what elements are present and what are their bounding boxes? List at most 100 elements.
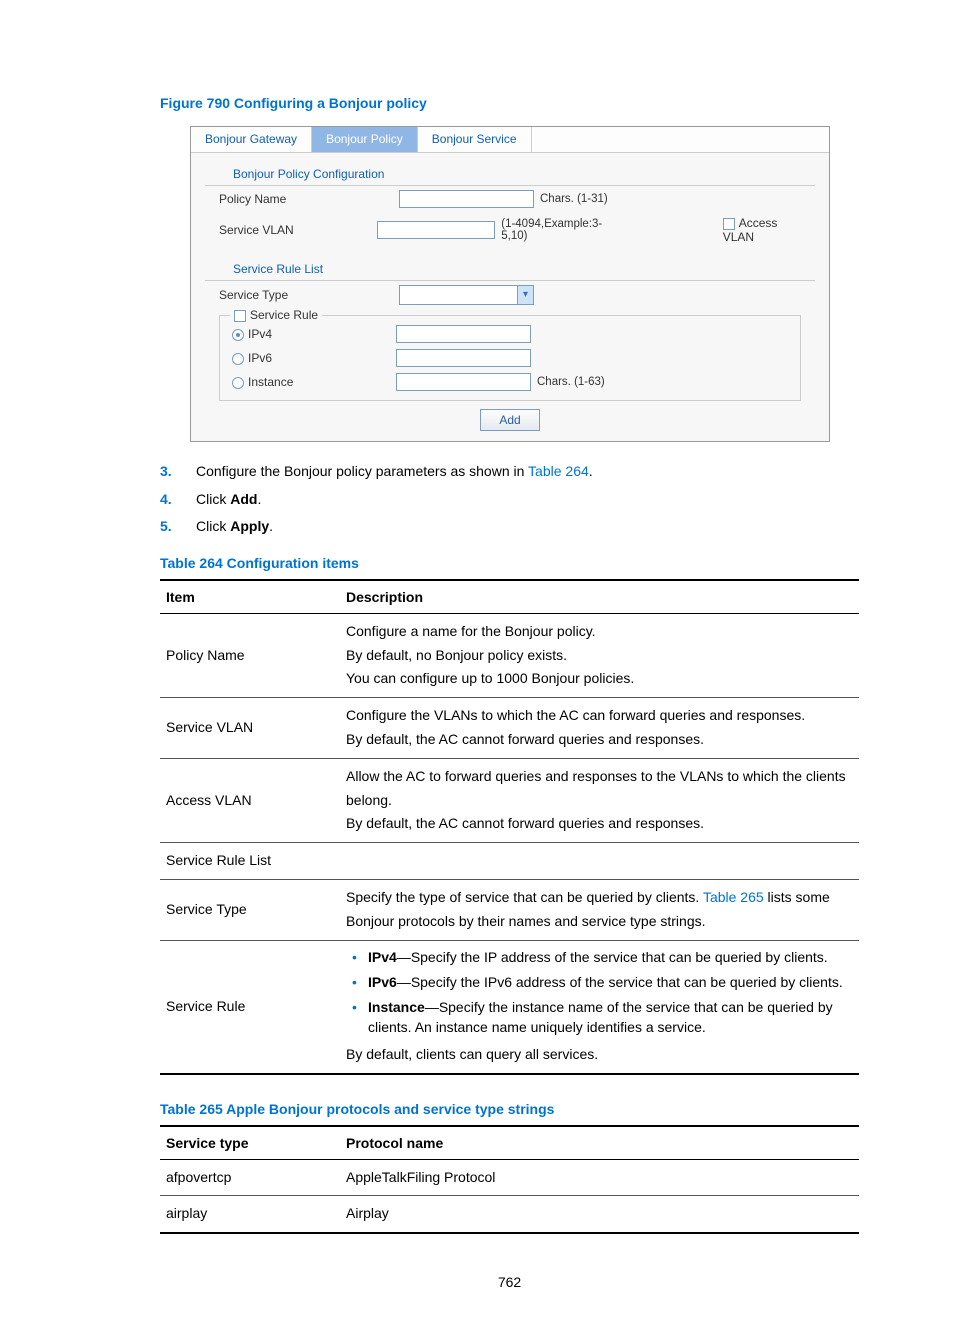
row-policy-name: Policy Name Chars. (1-31) [191,186,829,212]
table-row: airplay Airplay [160,1196,859,1233]
cell-desc: IPv4—Specify the IP address of the servi… [340,940,859,1073]
row-service-vlan: Service VLAN (1-4094,Example:3-5,10) Acc… [191,212,829,248]
cell-item: Policy Name [160,613,340,697]
step-text: Click Apply. [196,517,273,537]
label-policy-name: Policy Name [219,192,399,206]
text: Configure the VLANs to which the AC can … [346,704,853,728]
table-header-row: Service type Protocol name [160,1126,859,1160]
chevron-down-icon: ▾ [517,286,533,304]
col-service-type: Service type [160,1126,340,1160]
label-service-type: Service Type [219,288,399,302]
hint-service-vlan: (1-4094,Example:3-5,10) [501,218,612,242]
table-row: afpovertcp AppleTalkFiling Protocol [160,1159,859,1196]
radio-icon [232,377,244,389]
radio-ipv4[interactable]: IPv4 [232,327,396,341]
bold-ipv6: IPv6 [368,974,397,990]
table-265-title: Table 265 Apple Bonjour protocols and se… [160,1101,859,1117]
list-item: IPv4—Specify the IP address of the servi… [346,947,853,967]
hint-policy-name: Chars. (1-31) [540,193,608,205]
cell-desc: Configure the VLANs to which the AC can … [340,698,859,759]
col-protocol-name: Protocol name [340,1126,859,1160]
tab-bonjour-policy[interactable]: Bonjour Policy [312,127,418,152]
table-row: Service VLAN Configure the VLANs to whic… [160,698,859,759]
bullet-list: IPv4—Specify the IP address of the servi… [346,947,853,1038]
bold-add: Add [230,491,257,507]
text: . [589,463,593,479]
checkbox-icon [723,218,735,230]
tab-bonjour-gateway[interactable]: Bonjour Gateway [191,127,312,152]
col-description: Description [340,580,859,614]
text: Click [196,491,230,507]
text: —Specify the IPv6 address of the service… [397,974,843,990]
row-ipv6: IPv6 [220,346,800,370]
table-row: Service Type Specify the type of service… [160,879,859,940]
table-header-row: Item Description [160,580,859,614]
input-ipv6[interactable] [396,349,531,367]
radio-instance[interactable]: Instance [232,375,396,389]
cell: airplay [160,1196,340,1233]
step-3: 3. Configure the Bonjour policy paramete… [160,462,859,482]
cell-desc [340,843,859,880]
step-4: 4. Click Add. [160,490,859,510]
list-item: IPv6—Specify the IPv6 address of the ser… [346,972,853,992]
checkbox-access-vlan-wrap[interactable]: Access VLAN [723,216,801,244]
step-number: 4. [160,490,196,510]
tab-bonjour-service[interactable]: Bonjour Service [418,127,532,152]
checkbox-icon [234,310,246,322]
text: . [257,491,261,507]
bonjour-policy-panel: Bonjour Gateway Bonjour Policy Bonjour S… [190,126,830,442]
step-text: Click Add. [196,490,261,510]
hint-instance: Chars. (1-63) [537,376,605,388]
radio-icon [232,329,244,341]
step-number: 5. [160,517,196,537]
label-instance: Instance [248,375,293,389]
radio-icon [232,353,244,365]
step-text: Configure the Bonjour policy parameters … [196,462,593,482]
text: You can configure up to 1000 Bonjour pol… [346,667,853,691]
text: By default, no Bonjour policy exists. [346,644,853,668]
table-265: Service type Protocol name afpovertcp Ap… [160,1125,859,1235]
cell-item: Service VLAN [160,698,340,759]
tab-bar: Bonjour Gateway Bonjour Policy Bonjour S… [191,127,829,153]
add-button[interactable]: Add [480,409,540,431]
input-instance[interactable] [396,373,531,391]
table-264-title: Table 264 Configuration items [160,555,859,571]
link-table-265[interactable]: Table 265 [703,889,764,905]
input-ipv4[interactable] [396,325,531,343]
list-item: Instance—Specify the instance name of th… [346,997,853,1038]
step-5: 5. Click Apply. [160,517,859,537]
link-table-264[interactable]: Table 264 [528,463,589,479]
text: By default, the AC cannot forward querie… [346,812,853,836]
page-number: 762 [160,1274,859,1290]
radio-ipv6[interactable]: IPv6 [232,351,396,365]
table-264: Item Description Policy Name Configure a… [160,579,859,1075]
table-row: Access VLAN Allow the AC to forward quer… [160,758,859,842]
row-ipv4: IPv4 [220,322,800,346]
legend-label: Service Rule [250,308,318,322]
cell-desc: Configure a name for the Bonjour policy.… [340,613,859,697]
legend-service-rule[interactable]: Service Rule [230,308,322,322]
section-service-rule-list: Service Rule List [205,248,815,281]
fieldset-service-rule: Service Rule IPv4 IPv6 Instance Chars. (… [219,315,801,401]
text: By default, the AC cannot forward querie… [346,728,853,752]
label-ipv6: IPv6 [248,351,272,365]
text: Allow the AC to forward queries and resp… [346,765,853,813]
text: —Specify the IP address of the service t… [397,949,828,965]
input-policy-name[interactable] [399,190,534,208]
cell-item: Service Type [160,879,340,940]
select-service-type[interactable]: ▾ [399,285,534,305]
text: Configure the Bonjour policy parameters … [196,463,528,479]
bold-instance: Instance [368,999,425,1015]
text: Specify the type of service that can be … [346,889,703,905]
step-list: 3. Configure the Bonjour policy paramete… [160,462,859,537]
cell-item: Service Rule List [160,843,340,880]
cell: AppleTalkFiling Protocol [340,1159,859,1196]
cell-item: Access VLAN [160,758,340,842]
label-ipv4: IPv4 [248,327,272,341]
text: Click [196,518,230,534]
cell-item: Service Rule [160,940,340,1073]
input-service-vlan[interactable] [377,221,496,239]
label-service-vlan: Service VLAN [219,223,377,237]
text: Configure a name for the Bonjour policy. [346,620,853,644]
row-service-type: Service Type ▾ [191,281,829,309]
